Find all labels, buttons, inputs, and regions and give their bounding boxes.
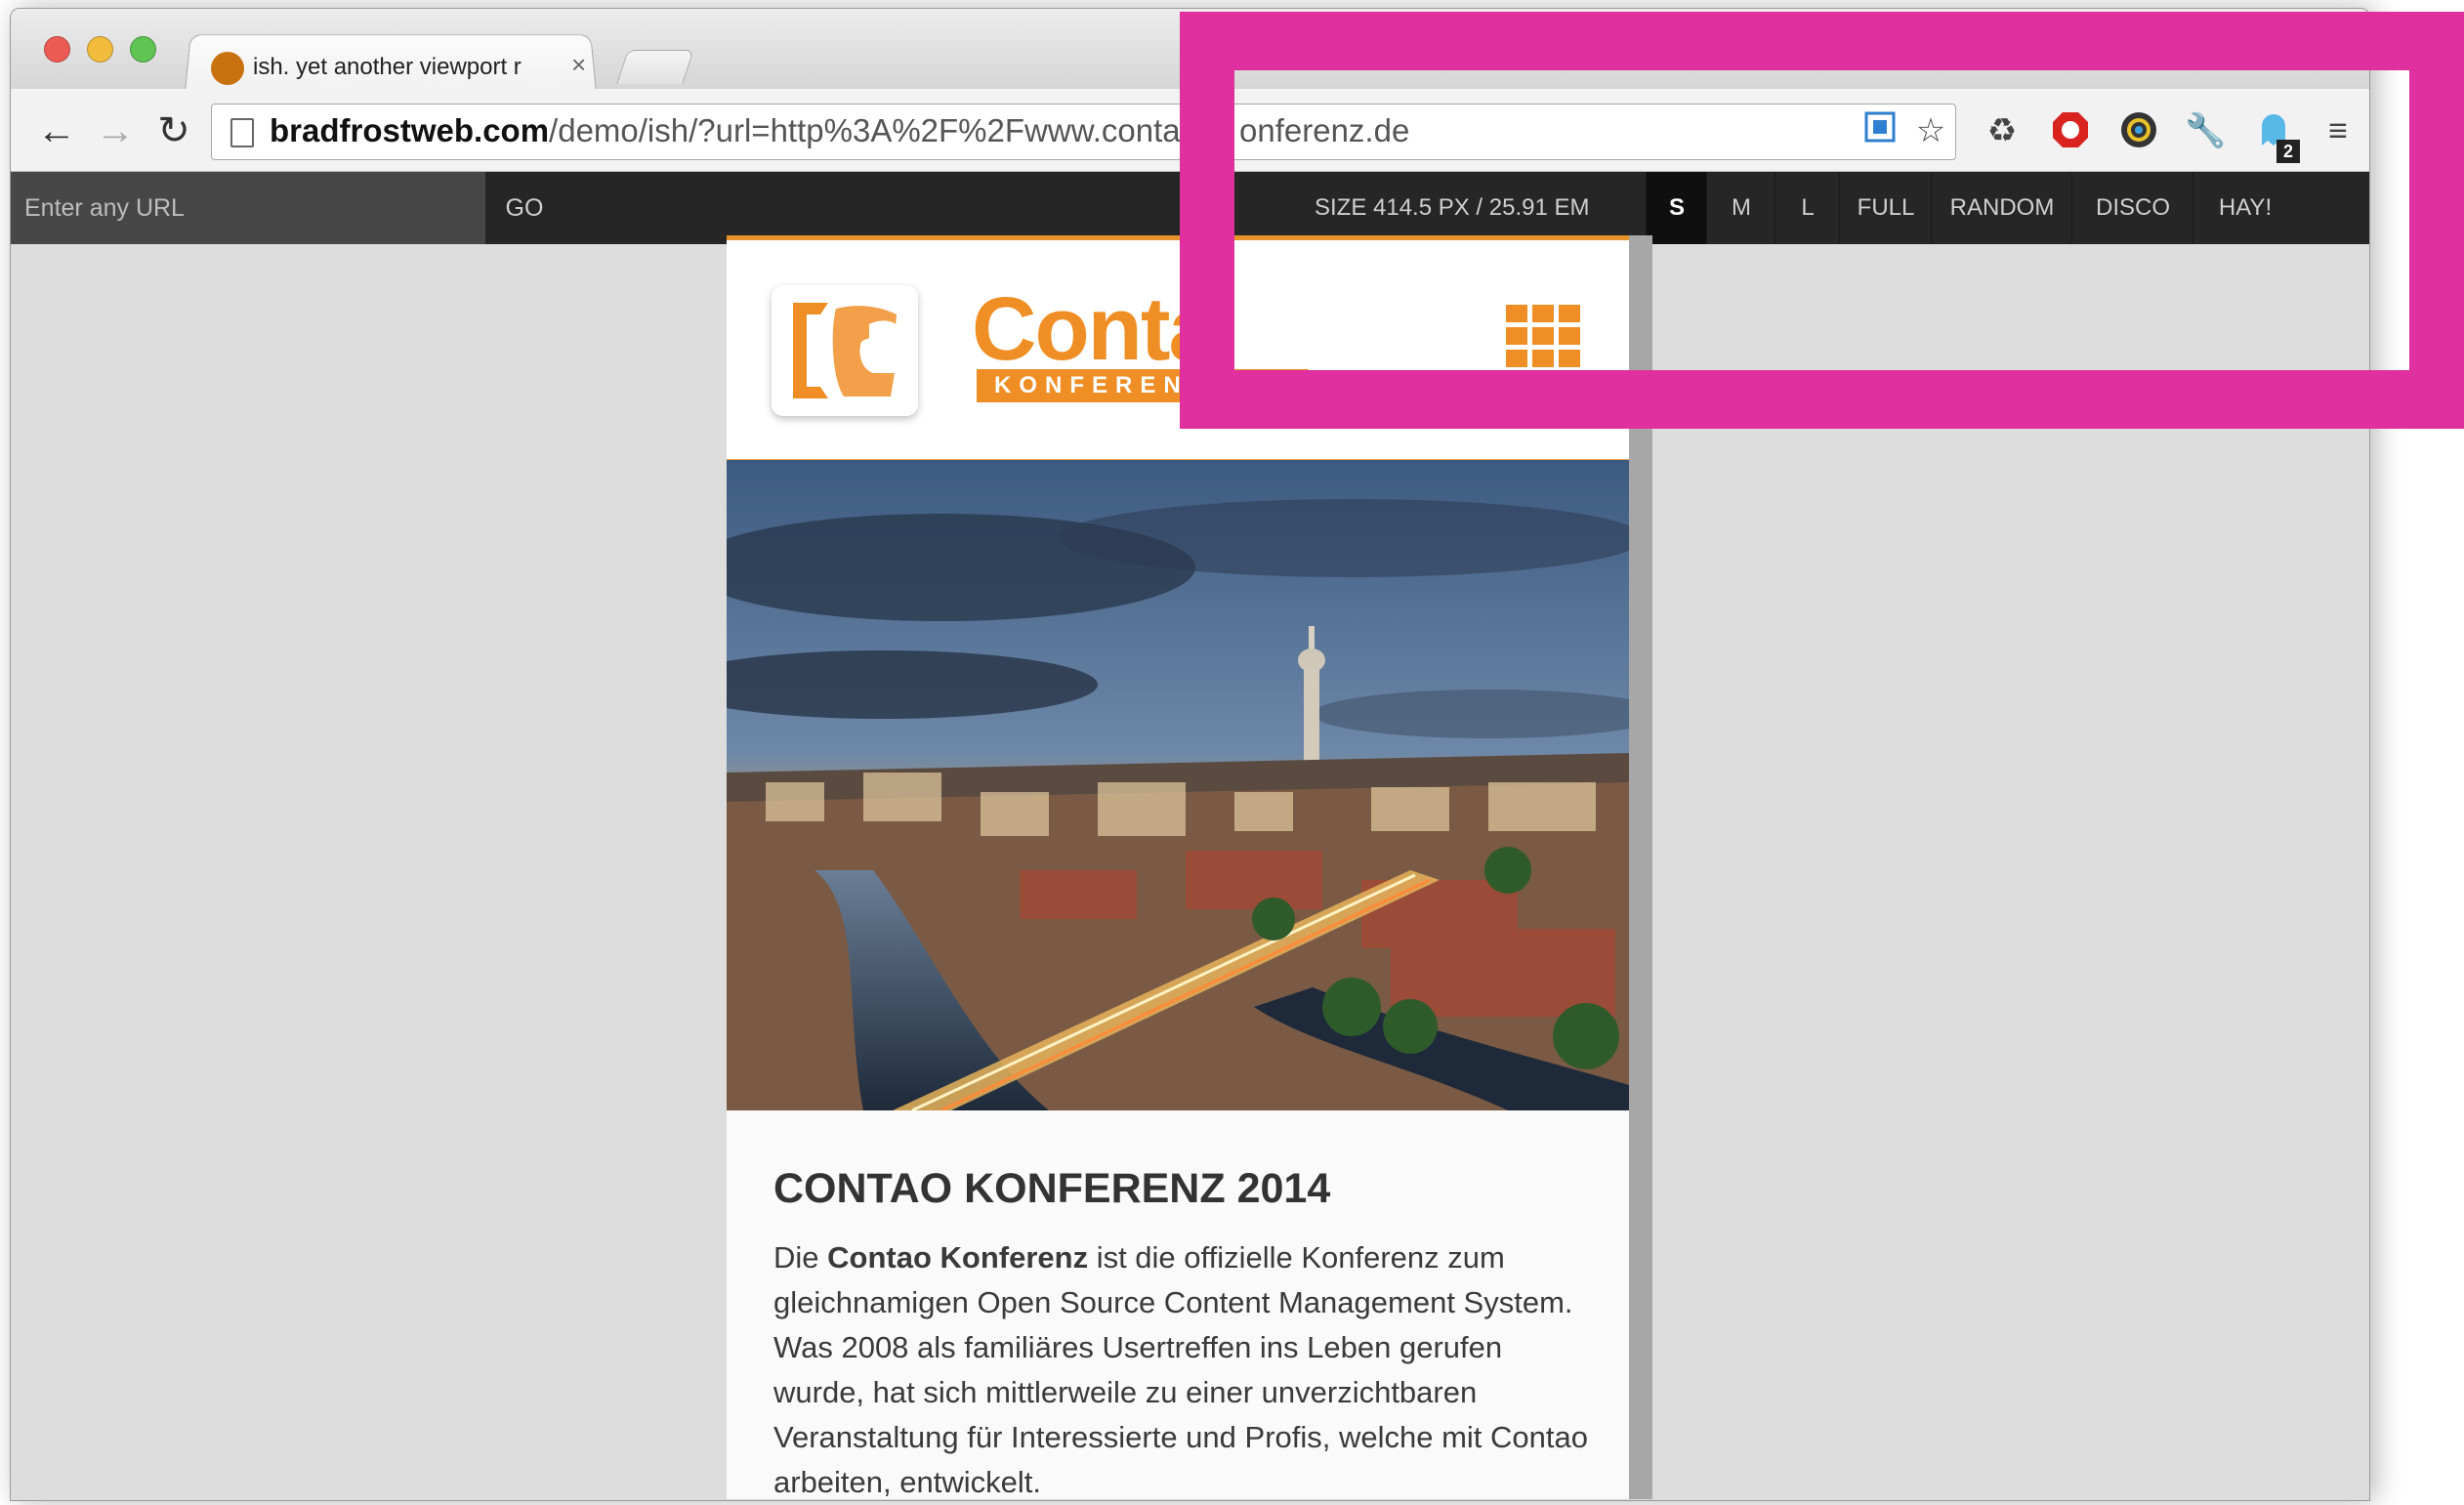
url-host: bradfrostweb.com — [270, 112, 550, 148]
article-body: Die Contao Konferenz ist die offizielle … — [773, 1235, 1594, 1505]
berlin-skyline-image — [727, 460, 1629, 1110]
highlight-box — [1180, 12, 2464, 429]
zoom-window-button[interactable] — [130, 36, 156, 63]
tab-close-icon[interactable]: × — [571, 50, 586, 80]
back-arrow-icon[interactable]: ← — [32, 106, 81, 155]
url-path: /demo/ish/?url=http%3A%2F%2Fwww.conta — [549, 112, 1181, 148]
url-input[interactable] — [11, 172, 485, 244]
go-button[interactable]: GO — [485, 172, 564, 244]
new-tab-button[interactable] — [616, 50, 694, 84]
minimize-window-button[interactable] — [87, 36, 113, 63]
body-rest: ist die offizielle Konferenz zum gleichn… — [773, 1240, 1588, 1499]
address-text: bradfrostweb.com/demo/ish/?url=http%3A%2… — [270, 112, 1181, 149]
contao-logo-icon[interactable] — [772, 285, 918, 416]
forward-arrow-icon[interactable]: → — [91, 106, 140, 155]
article-title: CONTAO KONFERENZ 2014 — [773, 1165, 1331, 1212]
reload-icon[interactable]: ↻ — [149, 106, 198, 155]
page-icon — [230, 118, 254, 147]
body-bold: Contao Konferenz — [827, 1240, 1089, 1275]
tab-favicon-icon — [211, 52, 244, 85]
close-window-button[interactable] — [44, 36, 70, 63]
body-intro: Die — [773, 1240, 828, 1275]
tab-title: ish. yet another viewport r — [253, 54, 522, 80]
